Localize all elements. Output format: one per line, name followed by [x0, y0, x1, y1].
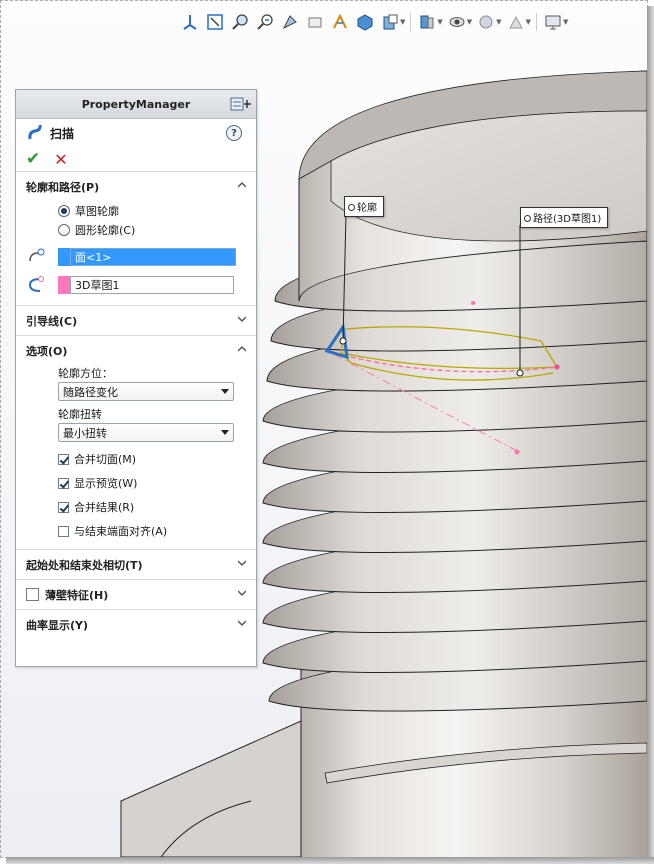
view-settings-icon[interactable]	[475, 11, 497, 33]
heads-up-view-toolbar: ▼ ▼ ▼ ▼ ▼ ▼	[179, 9, 568, 35]
radio-circular-profile[interactable]: 圆形轮廓(C)	[16, 220, 256, 239]
group-header-guide-curves[interactable]: 引导线(C)	[16, 306, 256, 335]
zoom-to-fit-icon[interactable]	[204, 11, 226, 33]
toolbar-separator	[535, 13, 537, 31]
profile-selection-box[interactable]: 面<1>	[70, 248, 236, 266]
chevron-down-icon[interactable]	[238, 589, 246, 597]
cancel-x-icon[interactable]: ✕	[54, 150, 67, 169]
twist-label: 轮廓扭转	[58, 408, 102, 421]
path-callout[interactable]: 路径(3D草图1)	[520, 207, 609, 228]
display-style-icon[interactable]	[354, 11, 376, 33]
radio-button[interactable]	[58, 223, 70, 236]
ok-cancel-row: ✔ ✕	[16, 147, 256, 171]
chevron-down-icon[interactable]: ▼	[526, 18, 531, 26]
view-settings-icon[interactable]	[505, 11, 527, 33]
hide-show-items-icon[interactable]	[379, 11, 401, 33]
radio-button[interactable]	[58, 204, 70, 217]
feature-title: 扫描	[50, 126, 75, 141]
checkbox-align-end-faces[interactable]: 与结束端面对齐(A)	[16, 519, 256, 543]
profile-callout[interactable]: 轮廓	[344, 196, 384, 217]
callout-dot	[348, 203, 355, 211]
profile-color-chip	[58, 248, 70, 266]
frame-shadow	[647, 6, 654, 864]
property-manager-header: PropertyManager	[16, 90, 256, 119]
group-options: 选项(O) 轮廓方位： 随路径变化 轮廓扭转 最小扭转 合并切面(M) 显示预览…	[16, 335, 256, 543]
frame-shadow	[6, 857, 654, 864]
group-header-thin-feature[interactable]: 薄壁特征(H)	[16, 580, 256, 609]
pin-icon[interactable]	[230, 97, 252, 111]
zoom-to-area-icon[interactable]	[229, 11, 251, 33]
dropdown-arrow-icon	[221, 430, 229, 435]
edit-appearance-icon[interactable]	[416, 11, 438, 33]
path-selection-row: 3D草图1	[16, 271, 256, 299]
group-profile-path: 轮廓和路径(P) 草图轮廓 圆形轮廓(C) 面<1> 3D草图1	[16, 171, 256, 299]
profile-icon	[26, 247, 48, 268]
orientation-label: 轮廓方位：	[58, 367, 113, 380]
help-icon[interactable]: ?	[226, 125, 242, 141]
chevron-down-icon[interactable]: ▼	[496, 18, 501, 26]
path-selection-box[interactable]: 3D草图1	[70, 276, 234, 294]
chevron-down-icon[interactable]	[238, 619, 246, 627]
group-thin-feature: 薄壁特征(H)	[16, 579, 256, 609]
path-icon	[26, 275, 48, 296]
group-curvature-display: 曲率显示(Y)	[16, 609, 256, 639]
view-orientation-icon[interactable]	[329, 11, 351, 33]
ok-checkmark-icon[interactable]: ✔	[26, 149, 40, 169]
chevron-up-icon[interactable]	[238, 345, 246, 353]
graphics-area[interactable]: 轮廓 路径(3D草图1) ▼ ▼ ▼ ▼ ▼ ▼ PropertyManager…	[0, 0, 648, 858]
profile-selection-row: 面<1>	[16, 243, 256, 271]
orientation-dropdown[interactable]: 随路径变化	[58, 382, 234, 401]
twist-dropdown[interactable]: 最小扭转	[58, 423, 234, 442]
checkbox-merge-tangent[interactable]: 合并切面(M)	[16, 447, 256, 471]
checkbox-show-preview[interactable]: 显示预览(W)	[16, 471, 256, 495]
group-start-end-tangency: 起始处和结束处相切(T)	[16, 549, 256, 579]
feature-title-row: 扫描 ?	[16, 119, 256, 147]
toolbar-separator	[410, 13, 412, 31]
chevron-down-icon[interactable]: ▼	[400, 18, 405, 26]
checkbox[interactable]	[58, 477, 69, 489]
group-header-profile-path[interactable]: 轮廓和路径(P)	[16, 172, 256, 201]
group-header-tangency[interactable]: 起始处和结束处相切(T)	[16, 550, 256, 579]
group-header-options[interactable]: 选项(O)	[16, 336, 256, 365]
checkbox[interactable]	[26, 588, 39, 601]
chevron-up-icon[interactable]	[238, 181, 246, 189]
chevron-down-icon[interactable]	[238, 559, 246, 567]
chevron-down-icon[interactable]: ▼	[467, 18, 472, 26]
property-manager: PropertyManager 扫描 ? ✔ ✕ 轮廓和路径(P) 草图轮廓 圆…	[15, 89, 257, 667]
apply-scene-icon[interactable]	[446, 11, 468, 33]
checkbox[interactable]	[58, 525, 69, 537]
callout-dot	[524, 214, 531, 222]
group-guide-curves: 引导线(C)	[16, 305, 256, 335]
previous-view-icon[interactable]	[254, 11, 276, 33]
dropdown-arrow-icon	[221, 389, 229, 394]
checkbox[interactable]	[58, 501, 69, 513]
group-header-curvature[interactable]: 曲率显示(Y)	[16, 610, 256, 639]
checkbox[interactable]	[58, 453, 69, 465]
chevron-down-icon[interactable]: ▼	[563, 18, 568, 26]
checkbox-merge-result[interactable]: 合并结果(R)	[16, 495, 256, 519]
chevron-down-icon[interactable]	[238, 315, 246, 323]
standard-views-icon[interactable]	[179, 11, 201, 33]
monitor-icon[interactable]	[542, 11, 564, 33]
dynamic-annotation-icon[interactable]	[304, 11, 326, 33]
sweep-icon	[26, 123, 44, 144]
section-view-icon[interactable]	[279, 11, 301, 33]
property-manager-title: PropertyManager	[81, 97, 191, 111]
path-color-chip	[58, 276, 70, 294]
radio-sketch-profile[interactable]: 草图轮廓	[16, 201, 256, 220]
chevron-down-icon[interactable]: ▼	[437, 18, 442, 26]
